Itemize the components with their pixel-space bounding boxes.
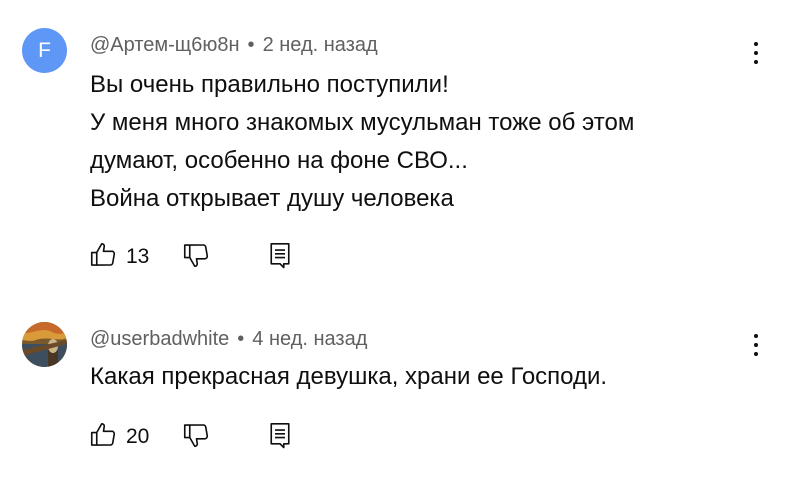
author-avatar[interactable]	[22, 322, 67, 367]
comment-line: Война открывает душу человека	[90, 185, 454, 212]
reply-icon[interactable]	[265, 420, 295, 455]
comment-actions: 20	[88, 420, 295, 454]
comment-line: Какая прекрасная девушка, храни ее Госпо…	[90, 363, 608, 390]
comment-time[interactable]: 2 нед. назад	[263, 34, 378, 56]
comment-text: Вы очень правильно поступили! У меня мно…	[90, 66, 634, 218]
comment-line: У меня много знакомых мусульман тоже об …	[90, 109, 635, 136]
comment-line: Вы очень правильно поступили!	[90, 71, 449, 98]
more-vert-icon[interactable]	[744, 36, 768, 70]
reply-icon[interactable]	[265, 240, 295, 275]
thumb-down-icon[interactable]	[181, 420, 211, 455]
painting-avatar	[22, 322, 67, 367]
comment-time[interactable]: 4 нед. назад	[252, 328, 367, 350]
comment-text: Какая прекрасная девушка, храни ее Госпо…	[90, 358, 607, 396]
thumb-up-icon[interactable]	[88, 240, 118, 275]
comment-actions: 13	[88, 240, 295, 274]
comment-meta: @userbadwhite • 4 нед. назад	[90, 328, 367, 351]
author-name[interactable]: @userbadwhite	[90, 328, 229, 350]
thumb-up-icon[interactable]	[88, 420, 118, 455]
comment-meta: @Артем-щ6ю8н • 2 нед. назад	[90, 34, 378, 57]
author-avatar[interactable]: F	[22, 28, 67, 73]
author-name[interactable]: @Артем-щ6ю8н	[90, 34, 240, 56]
meta-separator: •	[237, 328, 245, 350]
avatar-letter: F	[38, 38, 51, 62]
thumb-down-icon[interactable]	[181, 240, 211, 275]
comment-line: думают, особенно на фоне СВО...	[90, 147, 468, 174]
like-count: 20	[126, 425, 150, 448]
like-count: 13	[126, 245, 150, 268]
more-vert-icon[interactable]	[744, 328, 768, 362]
meta-separator: •	[247, 34, 255, 56]
